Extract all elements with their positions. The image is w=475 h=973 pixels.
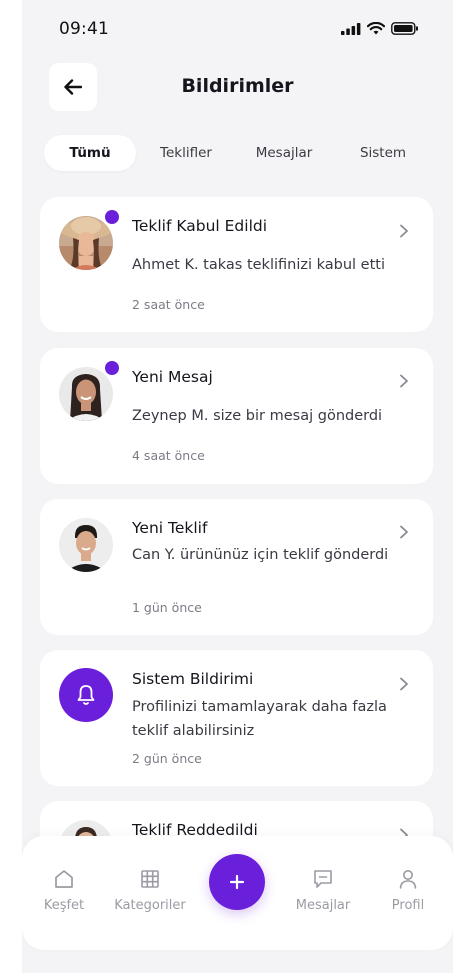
grid-icon: [141, 870, 159, 888]
notification-title: Yeni Mesaj: [132, 368, 213, 386]
nav-profile[interactable]: Profil: [363, 868, 453, 913]
tab-all[interactable]: Tümü: [44, 135, 136, 171]
chevron-right-icon: [400, 525, 408, 539]
phone-screen: 09:41 Bildirimler Tümü Teklifler Mesajla…: [22, 0, 453, 973]
avatar-container: [59, 210, 119, 270]
notification-card[interactable]: Yeni Mesaj Zeynep M. size bir mesaj gönd…: [40, 348, 433, 484]
filter-tabs: Tümü Teklifler Mesajlar Sistem: [44, 134, 434, 172]
nav-messages[interactable]: Mesajlar: [278, 868, 368, 913]
notification-card[interactable]: Sistem Bildirimi Profilinizi tamamlayara…: [40, 650, 433, 786]
home-icon: [55, 870, 73, 888]
tab-messages[interactable]: Mesajlar: [236, 135, 332, 171]
plus-icon: [229, 874, 245, 890]
notification-card[interactable]: Teklif Kabul Edildi Ahmet K. takas tekli…: [40, 197, 433, 332]
avatar-container: [59, 668, 113, 722]
notification-message: Profilinizi tamamlayarak daha fazla tekl…: [132, 699, 387, 739]
notification-time: 2 saat önce: [132, 297, 205, 312]
notification-time: 1 gün önce: [132, 600, 202, 615]
unread-dot: [105, 210, 119, 224]
system-avatar: [59, 668, 113, 722]
bottom-navigation: Keşfet Kategoriler Mesajlar Profil: [22, 836, 453, 950]
tab-offers[interactable]: Teklifler: [136, 135, 236, 171]
avatar-container: [59, 518, 113, 572]
status-bar: 09:41: [22, 0, 453, 60]
nav-label: Keşfet: [43, 898, 85, 913]
unread-dot: [105, 361, 119, 375]
notification-title: Sistem Bildirimi: [132, 670, 254, 688]
nav-label: Mesajlar: [295, 898, 351, 913]
battery-icon: [391, 22, 418, 35]
nav-label: Profil: [391, 898, 425, 913]
message-icon: [314, 870, 332, 888]
tab-system[interactable]: Sistem: [332, 135, 434, 171]
status-icons: [341, 22, 419, 35]
user-icon: [399, 870, 417, 889]
chevron-right-icon: [400, 224, 408, 238]
notification-card[interactable]: Yeni Teklif Can Y. ürününüz için teklif …: [40, 499, 433, 635]
add-button[interactable]: [209, 854, 265, 910]
nav-categories[interactable]: Kategoriler: [105, 868, 195, 913]
notification-message: Ahmet K. takas teklifinizi kabul etti: [132, 257, 385, 273]
avatar: [59, 518, 113, 572]
status-time: 09:41: [59, 19, 109, 39]
notification-title: Teklif Kabul Edildi: [132, 217, 268, 235]
page-title: Bildirimler: [181, 75, 294, 97]
notification-title: Yeni Teklif: [132, 519, 208, 537]
chevron-right-icon: [400, 677, 408, 691]
notification-message: Zeynep M. size bir mesaj gönderdi: [132, 408, 383, 424]
avatar: [59, 216, 113, 270]
notification-message: Can Y. ürününüz için teklif gönderdi: [132, 547, 389, 563]
avatar: [59, 367, 113, 421]
chevron-right-icon: [400, 374, 408, 388]
notification-time: 2 gün önce: [132, 751, 202, 766]
signal-icon: [341, 22, 361, 35]
bell-icon: [77, 685, 95, 705]
nav-label: Kategoriler: [114, 898, 186, 913]
avatar-container: [59, 361, 119, 421]
wifi-icon: [367, 22, 385, 35]
nav-explore[interactable]: Keşfet: [22, 868, 109, 913]
notification-time: 4 saat önce: [132, 448, 205, 463]
